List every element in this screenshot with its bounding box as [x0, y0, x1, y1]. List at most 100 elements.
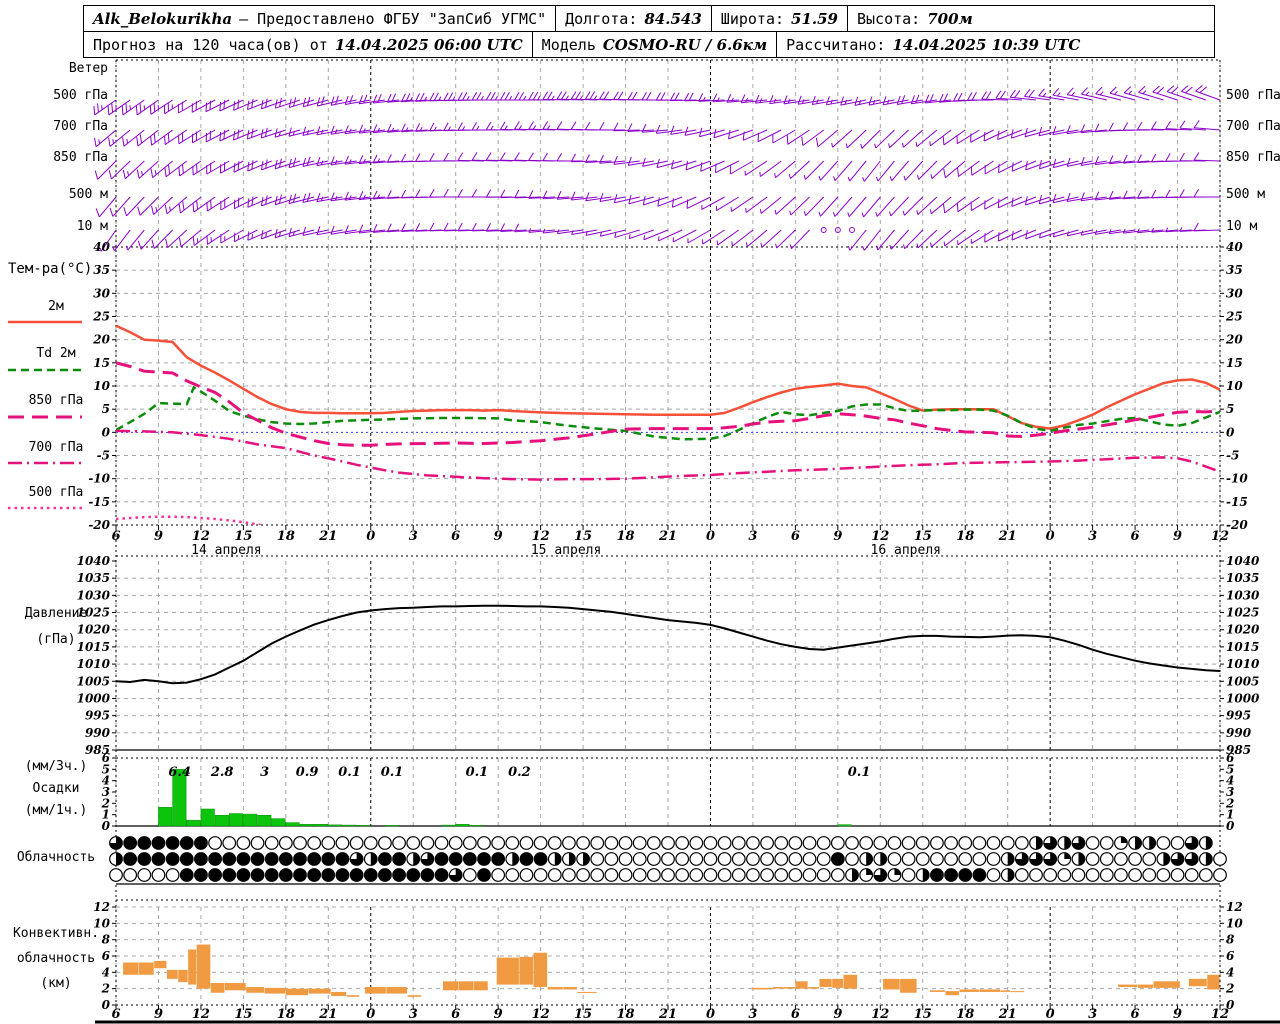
barb-feather [556, 121, 563, 130]
cloud-circle [661, 852, 675, 866]
barb-feather [192, 236, 195, 246]
convective-bar [1010, 991, 1025, 993]
barb-feather [556, 91, 563, 100]
precip-bar [356, 825, 371, 827]
barb-shaft [983, 129, 1008, 142]
cloud-circle [689, 868, 704, 882]
precip-bar [257, 814, 272, 827]
barb-feather [603, 91, 610, 100]
barb-feather [321, 96, 325, 106]
barb-half-feather [1099, 91, 1104, 96]
barb-shaft [956, 129, 980, 145]
barb-shaft [761, 229, 782, 248]
convective-bar [979, 989, 1001, 992]
cloud-circle [717, 852, 732, 866]
barb-feather [223, 100, 226, 110]
y-tick-label: 35 [1226, 263, 1243, 277]
cloud-circle [746, 852, 760, 866]
barb-feather [1028, 89, 1035, 98]
y-tick-label: 0 [1226, 819, 1235, 833]
precip-bar [342, 824, 357, 827]
barb-feather [783, 95, 788, 105]
barb-feather [93, 105, 96, 115]
barb-feather [1095, 86, 1103, 95]
barb-shaft [275, 196, 301, 206]
barb-feather [655, 92, 662, 101]
barb-half-feather [860, 143, 863, 149]
barb-half-feather [537, 95, 541, 101]
barb-feather [164, 204, 168, 214]
barb-feather [901, 95, 906, 104]
wind-barbs-0 [93, 84, 1221, 116]
barb-half-feather [154, 170, 157, 175]
barb-feather [457, 92, 463, 101]
barb-shaft [890, 196, 909, 217]
cloud-circle [519, 836, 534, 850]
cloud-fill [894, 868, 901, 875]
precip-3h-sum: 3 [260, 765, 269, 780]
x-tick-label: 0 [366, 529, 375, 544]
x-tick-label: 6 [451, 1007, 460, 1022]
barb-half-feather [902, 244, 906, 249]
cloud-circle [576, 868, 590, 882]
precip-3h-sum: 0.9 [296, 765, 319, 780]
cloud-circle [760, 868, 774, 882]
cloud-circle [222, 836, 237, 850]
x-tick-label: 12 [532, 1007, 550, 1022]
cloud-fill [435, 868, 448, 882]
y-tick-label: 30 [93, 286, 110, 300]
barb-feather [306, 192, 311, 202]
convective-bar [883, 978, 900, 990]
cloud-fill [350, 868, 363, 882]
barb-feather [302, 126, 307, 136]
cloud-fill [866, 868, 873, 875]
barb-feather [657, 197, 660, 207]
barb-feather [1109, 86, 1117, 94]
barb-feather [528, 152, 534, 161]
barb-feather [1151, 153, 1157, 163]
cloud-circle [1156, 868, 1171, 882]
barb-feather [122, 137, 125, 147]
barb-feather [1080, 192, 1085, 201]
barb-feather [952, 92, 958, 102]
cloud-fill [1078, 852, 1085, 866]
barb-feather [584, 121, 591, 130]
barb-shaft [876, 196, 895, 217]
barb-feather [570, 91, 577, 100]
cloud-circle [363, 836, 378, 850]
convective-bar [224, 982, 246, 991]
barb-shaft [1011, 196, 1037, 207]
barb-feather [233, 232, 236, 242]
barb-feather [915, 94, 920, 104]
axis-labels: 40 4035 3530 3025 2520 2015 1510 105 50 0-5 -5-10-… [77, 240, 1260, 1022]
y-tick-label: 1025 [1226, 606, 1259, 620]
convective-bar [784, 987, 795, 989]
cloud-fill [237, 852, 250, 866]
cloud-fill [180, 868, 194, 882]
barb-feather [316, 97, 321, 107]
cloud-fill [477, 868, 491, 882]
x-tick-label: 18 [616, 1007, 634, 1022]
wind-level-500hpa-right: 500 гПа [1226, 88, 1280, 103]
barb-half-feather [915, 142, 918, 147]
convective-bar [533, 952, 548, 988]
cloud-fill [922, 868, 930, 882]
barb-feather [556, 152, 563, 162]
cloud-circle [930, 852, 944, 866]
cloud-circle [887, 836, 902, 850]
cloud-fill [477, 852, 491, 866]
convective-bar [795, 981, 808, 989]
barb-half-feather [903, 175, 906, 181]
barb-feather [251, 128, 254, 138]
barb-feather [500, 152, 506, 161]
cloud-circle [590, 836, 605, 850]
x-tick-label: 15 [574, 1007, 592, 1022]
y-tick-label: 5 [1226, 402, 1234, 416]
barb-feather [646, 91, 652, 101]
y-tick-label: 995 [85, 709, 110, 723]
barb-half-feather [490, 125, 494, 131]
cloud-fill [152, 836, 165, 850]
barb-feather [485, 152, 492, 161]
x-tick-label: 12 [871, 529, 889, 544]
barb-shaft [331, 99, 357, 106]
